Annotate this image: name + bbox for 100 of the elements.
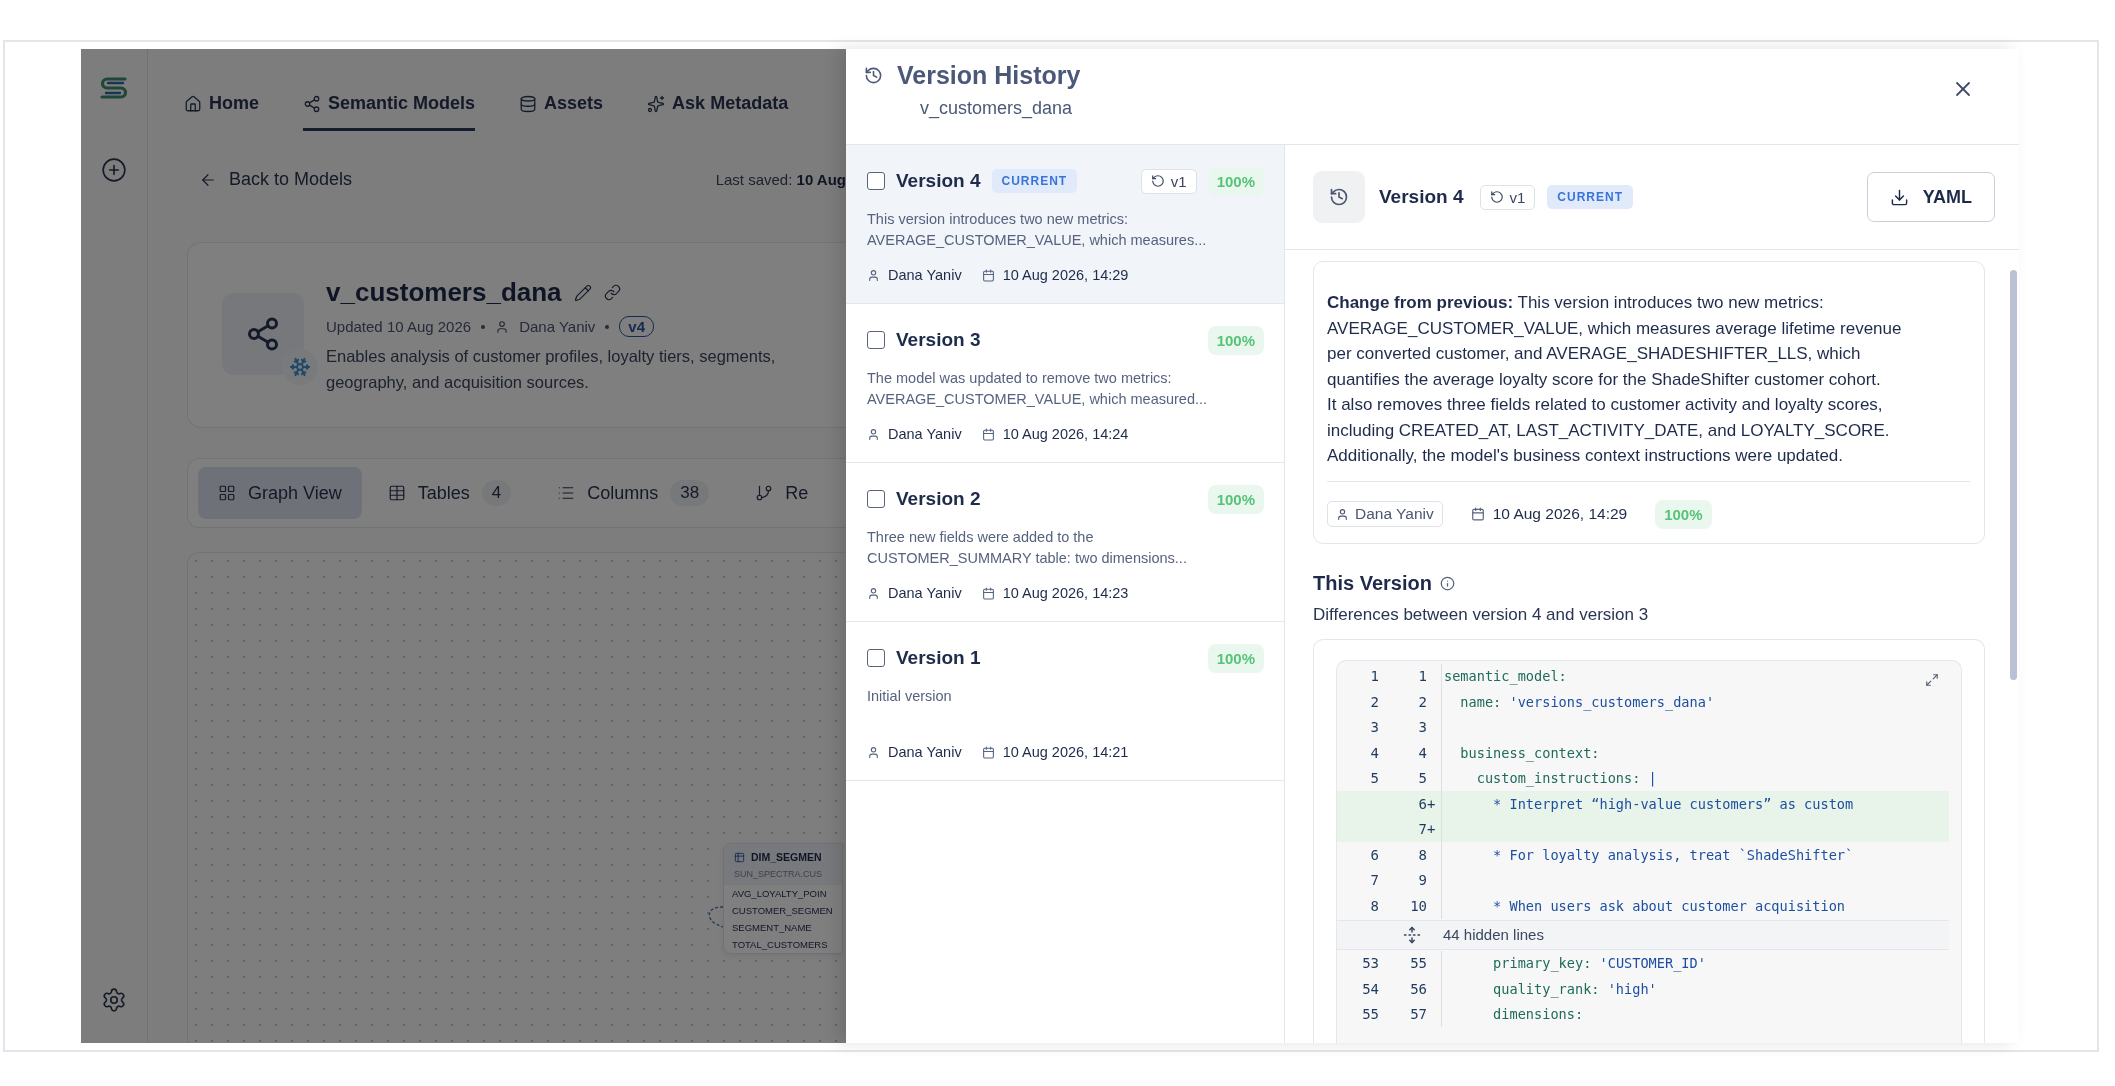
version-title: Version 4 <box>896 170 981 192</box>
view-tab[interactable]: Tables 4 <box>367 467 532 519</box>
version-date: 10 Aug 2026, 14:23 <box>1002 585 1129 601</box>
change-description: Change from previous: This version introduces two new metrics: AVERAGE_CUSTOMER_VALUE, which measures average lifetime revenue per converted customer, and AVERAGE_SHADESHIFTER_LLS, which quantifies the average loyalty score for the ShadeShifter customer cohort. It also removes three fields related to customer activity and loyalty scores, including CREATED_AT, LAST_ACTIVITY_DATE, and LOYALTY_SCORE. Additionally, the model's business context instructions were updated. <box>1327 290 1970 482</box>
added-marker: + <box>1427 795 1437 812</box>
author-name: Dana Yaniv <box>888 426 962 442</box>
revert-tag: v1 <box>1479 184 1536 210</box>
share-nodes-icon <box>303 94 321 113</box>
code-line: primary_key: 'CUSTOMER_ID' <box>1441 950 1706 976</box>
info-icon[interactable] <box>1439 575 1455 591</box>
author-name: Dana Yaniv <box>888 744 962 760</box>
version-title: Version 1 <box>896 647 981 669</box>
line-number: 55 <box>1409 955 1427 972</box>
line-number: 3 <box>1369 719 1379 736</box>
calendar-icon <box>981 268 995 282</box>
code-line: semantic_model: <box>1441 663 1567 689</box>
change-date: 10 Aug 2026, 14:29 <box>1492 505 1628 523</box>
calendar-icon <box>981 586 995 600</box>
nav-tab[interactable]: Ask Metadata <box>647 93 789 131</box>
view-tab[interactable]: Columns 38 <box>537 467 730 519</box>
user-icon <box>867 427 880 441</box>
checkbox[interactable] <box>867 172 885 190</box>
database-icon <box>519 94 538 113</box>
version-summary: Initial version <box>867 687 953 706</box>
version-date: 10 Aug 2026, 14:29 <box>1002 267 1129 283</box>
revert-icon <box>1489 190 1504 204</box>
line-number: 1 <box>1369 668 1379 685</box>
nav-tab[interactable]: Assets <box>519 93 604 131</box>
author-name: Dana Yaniv <box>888 585 962 601</box>
line-number: 4 <box>1369 744 1379 761</box>
node-title: DIM_SEGMEN <box>734 851 842 863</box>
drawer-subtitle: v_customers_dana <box>920 98 1074 119</box>
code-line: name: 'versions_customers_dana' <box>1441 689 1715 715</box>
score-badge: 100% <box>1207 166 1264 196</box>
last-saved-text: Last saved: 10 Aug <box>715 171 846 188</box>
line-number: 5 <box>1417 770 1427 787</box>
line-number: 53 <box>1361 955 1379 972</box>
link-icon[interactable] <box>603 284 621 301</box>
line-number: 8 <box>1417 846 1427 863</box>
line-number: 1 <box>1417 668 1427 685</box>
version-summary: The model was updated to remove two metrics: AVERAGE_CUSTOMER_VALUE, which measured... <box>867 369 1209 409</box>
line-number: 54 <box>1361 980 1379 997</box>
model-description: Enables analysis of customer profiles, loyalty tiers, segments, geography, and acquisition sources. <box>326 346 776 393</box>
user-icon <box>867 586 880 600</box>
history-icon <box>864 66 883 85</box>
branch-icon <box>755 484 774 502</box>
added-marker: + <box>1427 821 1437 838</box>
code-line: * When users ask about customer acquisition <box>1441 893 1846 919</box>
checkbox[interactable] <box>867 649 885 667</box>
line-number: 2 <box>1369 693 1379 710</box>
table-icon <box>387 484 406 502</box>
back-link[interactable]: Back to Models <box>199 169 353 190</box>
settings-icon[interactable] <box>101 987 127 1013</box>
code-line: * For loyalty analysis, treat `ShadeShifter` <box>1441 842 1854 868</box>
node-field: AVG_LOYALTY_POIN <box>724 885 842 902</box>
node-field: SEGMENT_NAME <box>724 919 842 936</box>
checkbox[interactable] <box>867 331 885 349</box>
nav-tab[interactable]: Home <box>184 93 259 131</box>
expand-button[interactable] <box>1925 672 1939 687</box>
download-icon <box>1889 187 1909 207</box>
version-item[interactable]: Version 1 100% Initial version Dana Yaniv 10 Aug 2026, 14:21 <box>846 622 1284 781</box>
version-summary: This version introduces two new metrics: AVERAGE_CUSTOMER_VALUE, which measures... <box>867 210 1208 250</box>
view-tab[interactable]: Re <box>735 467 829 519</box>
version-item[interactable]: Version 4 CURRENT v1 100% This version introduces two new metrics: AVERAGE_CUSTOMER_VALUE, which measures... Dana Yaniv 10 Aug 2026, 14:29 <box>846 145 1284 304</box>
current-badge: CURRENT <box>1547 185 1633 209</box>
add-icon[interactable] <box>101 157 127 183</box>
updated-date: Updated 10 Aug 2026 <box>326 318 472 335</box>
hidden-lines-toggle[interactable]: 44 hidden lines <box>1337 919 1949 950</box>
line-number: 5 <box>1369 770 1379 787</box>
revert-icon <box>1150 174 1165 188</box>
code-line: dimensions: <box>1441 1001 1584 1027</box>
user-icon <box>867 745 880 759</box>
code-line: business_context: <box>1441 740 1600 766</box>
nav-tab[interactable]: Semantic Models <box>303 93 476 131</box>
node-field: CUSTOMER_SEGMEN <box>724 902 842 919</box>
version-summary: Three new fields were added to the CUSTOMER_SUMMARY table: two dimensions... <box>867 528 1188 568</box>
grid-icon <box>218 484 236 502</box>
section-subtitle: Differences between version 4 and version 3 <box>1313 604 1650 625</box>
home-icon <box>184 94 202 113</box>
edit-icon[interactable] <box>573 283 592 302</box>
version-date: 10 Aug 2026, 14:24 <box>1002 426 1129 442</box>
unfold-icon <box>1403 925 1421 944</box>
download-yaml-button[interactable]: YAML <box>1866 172 1995 222</box>
user-icon <box>495 319 510 334</box>
version-date: 10 Aug 2026, 14:21 <box>1002 744 1129 760</box>
version-item[interactable]: Version 3 100% The model was updated to remove two metrics: AVERAGE_CUSTOMER_VALUE, which measured... Dana Yaniv 10 Aug 2026, 14:24 <box>846 304 1284 463</box>
checkbox[interactable] <box>867 490 885 508</box>
node-field: TOTAL_CUSTOMERS <box>724 936 842 953</box>
line-number: 2 <box>1417 693 1427 710</box>
line-number: 9 <box>1417 872 1427 889</box>
line-number: 56 <box>1409 980 1427 997</box>
snowflake-icon <box>289 356 311 378</box>
line-number: 10 <box>1409 897 1427 914</box>
model-name: v_customers_dana <box>326 277 562 308</box>
view-tab[interactable]: Graph View <box>198 467 362 519</box>
version-pill: v4 <box>619 316 654 337</box>
version-item[interactable]: Version 2 100% Three new fields were added to the CUSTOMER_SUMMARY table: two dimensions... Dana Yaniv 10 Aug 2026, 14:23 <box>846 463 1284 622</box>
graph-nodes-icon <box>245 316 281 352</box>
line-number: 57 <box>1409 1006 1427 1023</box>
calendar-icon <box>981 745 995 759</box>
